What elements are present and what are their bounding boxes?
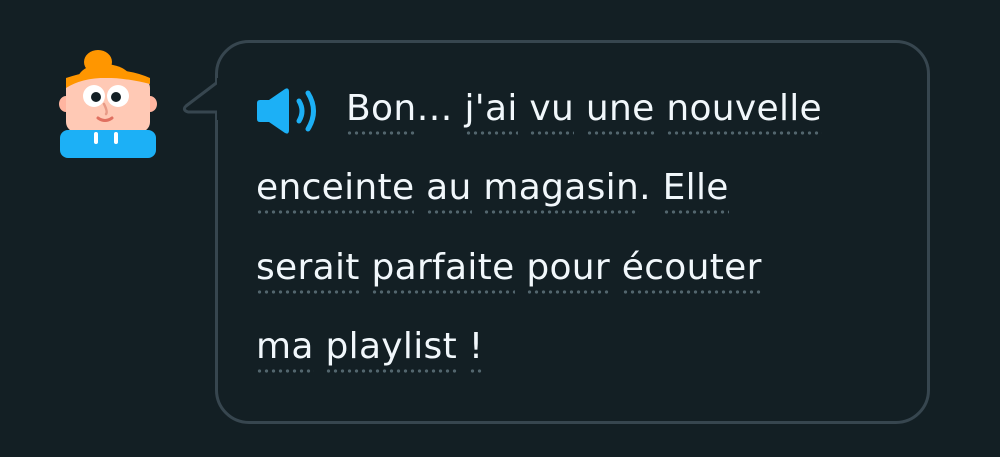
word-token[interactable]: ! <box>468 325 484 373</box>
word-token[interactable]: une <box>585 87 655 135</box>
speaker-icon[interactable] <box>255 86 321 136</box>
punctuation <box>574 87 586 131</box>
word-token[interactable]: enceinte <box>256 166 415 214</box>
sentence-line-2: enceinte au magasin. Elle <box>256 166 729 214</box>
punctuation <box>515 246 527 290</box>
word-token[interactable]: Bon <box>346 87 417 135</box>
character-avatar-icon <box>59 50 157 158</box>
punctuation: … <box>416 88 465 129</box>
word-token[interactable]: magasin <box>483 166 640 214</box>
speech-bubble-tail <box>182 78 220 120</box>
punctuation <box>472 166 484 210</box>
sentence-line-4: ma playlist ! <box>256 325 484 373</box>
word-token[interactable]: écouter <box>621 246 762 294</box>
word-token[interactable]: nouvelle <box>666 87 823 135</box>
punctuation <box>414 166 426 210</box>
punctuation <box>314 325 326 369</box>
punctuation <box>457 325 469 369</box>
sentence-line-3: serait parfaite pour écouter <box>256 246 762 294</box>
word-token[interactable]: ma <box>256 325 314 373</box>
word-token[interactable]: pour <box>526 246 611 294</box>
word-token[interactable]: parfaite <box>371 246 515 294</box>
word-token[interactable]: playlist <box>325 325 457 373</box>
punctuation <box>610 246 622 290</box>
word-token[interactable]: vu <box>529 87 575 135</box>
punctuation <box>518 87 530 131</box>
word-token[interactable]: Elle <box>662 166 729 214</box>
word-token[interactable]: au <box>426 166 472 214</box>
sentence-line-1: Bon… j'ai vu une nouvelle <box>346 87 823 135</box>
word-token[interactable]: serait <box>256 246 360 294</box>
punctuation: . <box>639 167 663 208</box>
word-token[interactable]: j'ai <box>464 87 518 135</box>
punctuation <box>360 246 372 290</box>
punctuation <box>655 87 667 131</box>
